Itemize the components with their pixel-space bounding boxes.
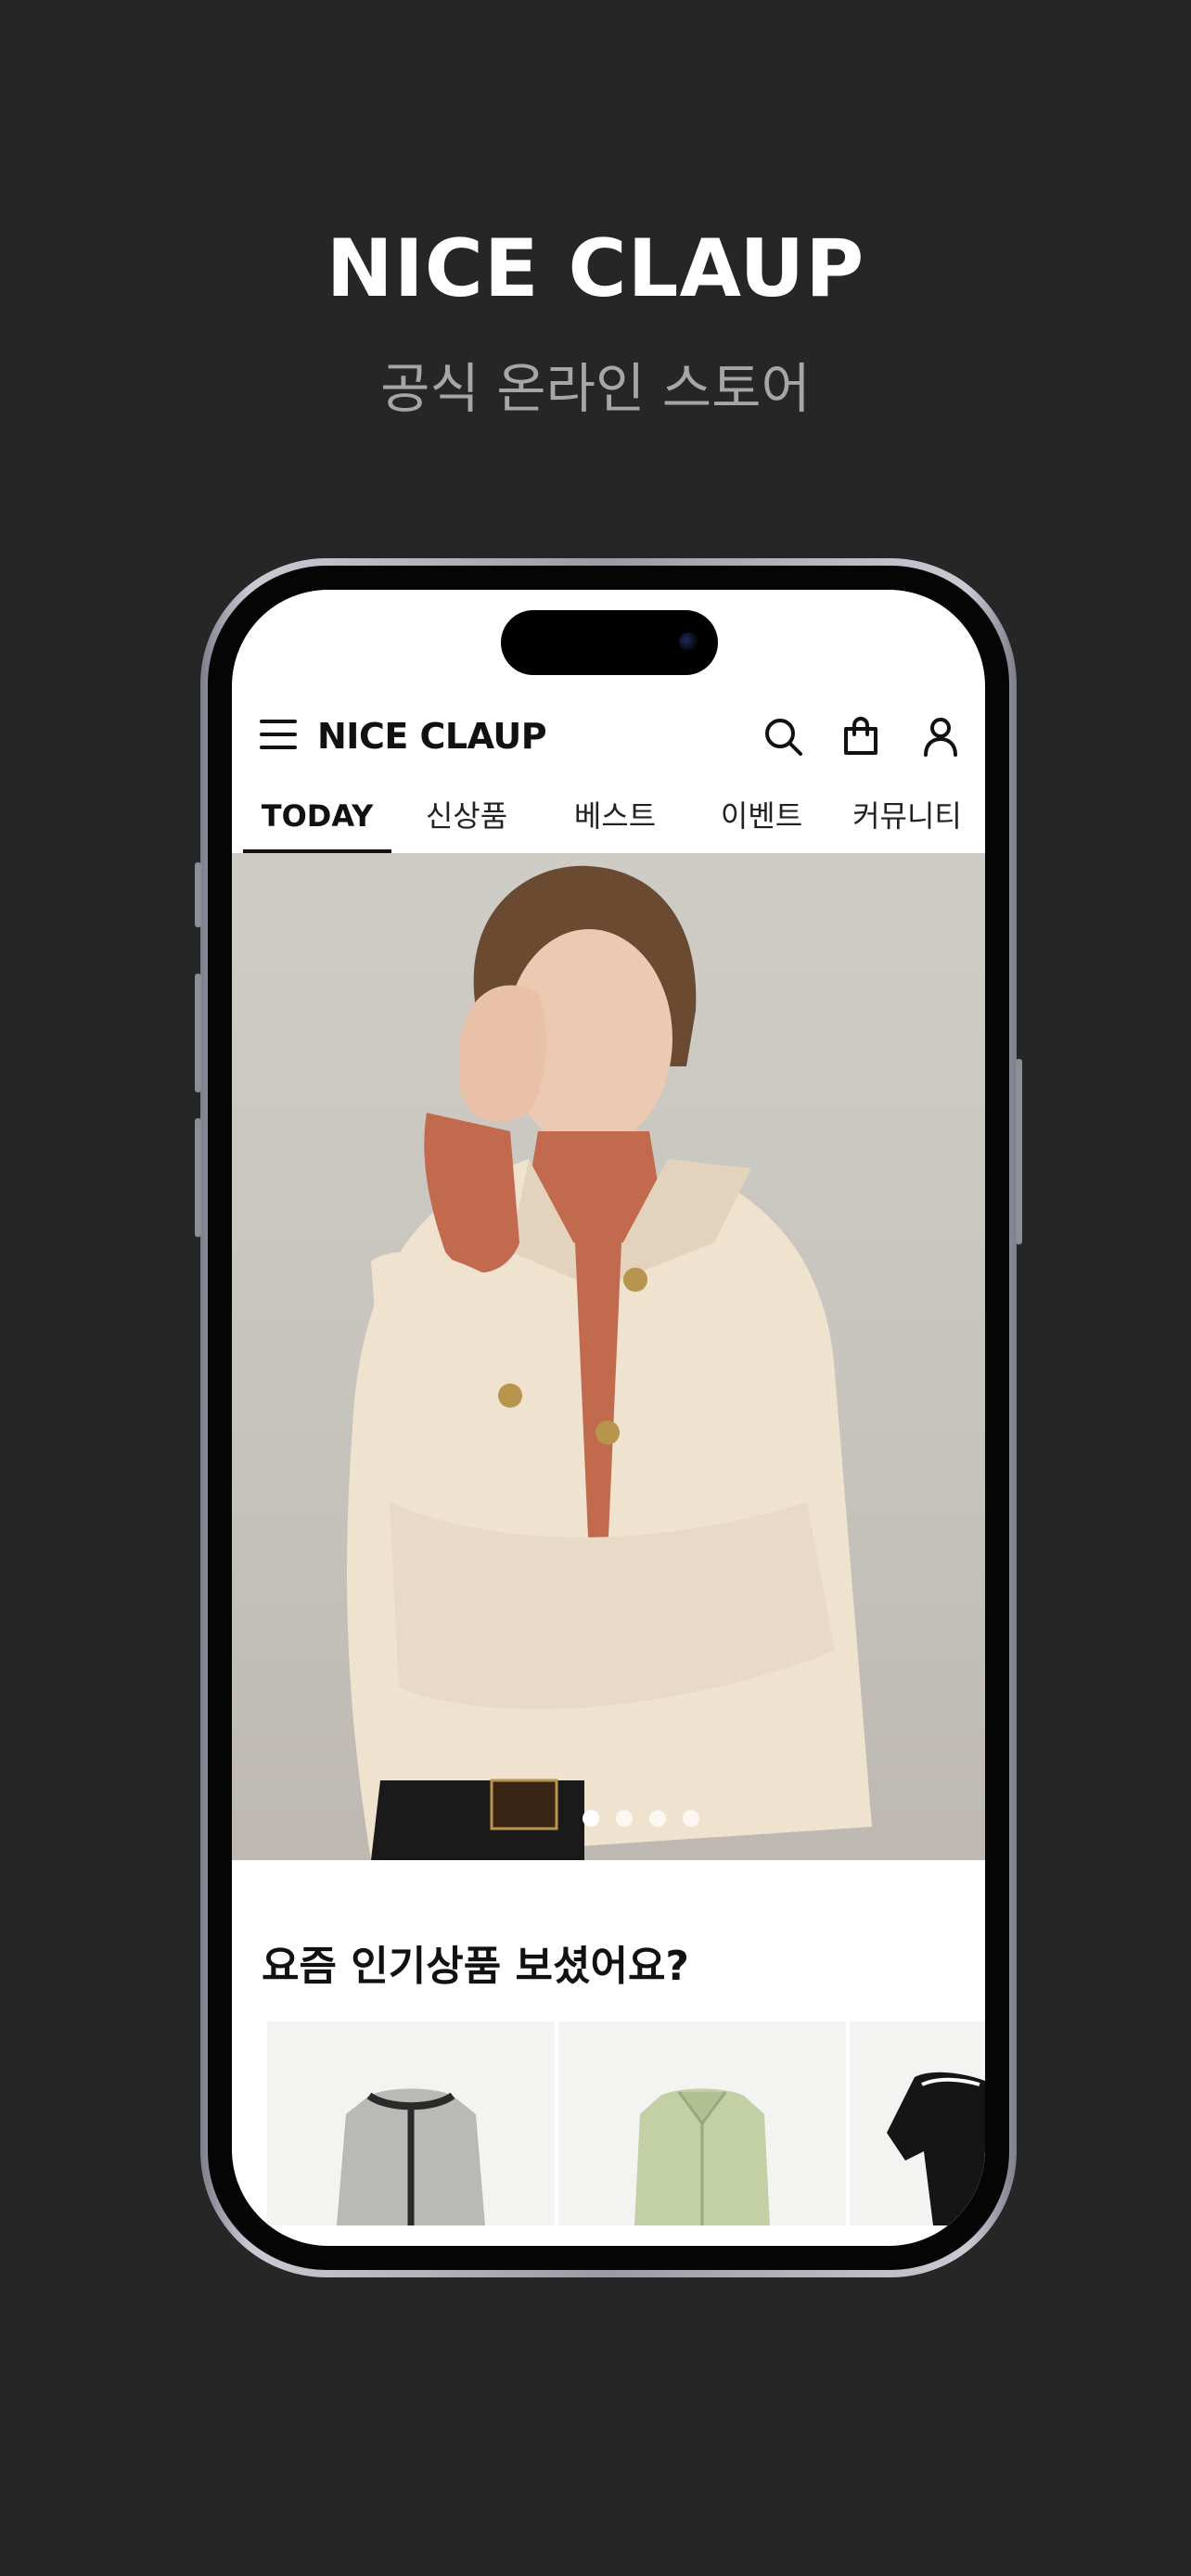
brand-logo[interactable]: NICE CLAUP (317, 716, 547, 757)
promo-subtitle: 공식 온라인 스토어 (380, 357, 811, 420)
carousel-dot[interactable] (649, 1810, 666, 1827)
tab-event[interactable]: 이벤트 (692, 786, 831, 853)
product-card[interactable] (850, 2021, 985, 2225)
product-card[interactable] (558, 2021, 846, 2225)
hero-banner[interactable] (232, 853, 985, 1860)
user-icon[interactable] (918, 714, 963, 759)
product-image (887, 2072, 985, 2225)
menu-icon[interactable] (260, 720, 297, 751)
search-icon[interactable] (761, 714, 805, 759)
phone-frame: NICE CLAUP TODAY 신상품 베스트 이벤트 커뮤니티 요즘 인기상… (195, 558, 1022, 2277)
tab-today[interactable]: TODAY (243, 786, 391, 853)
phone-power-button (1016, 1059, 1022, 1244)
tab-best[interactable]: 베스트 (545, 786, 685, 853)
front-camera (679, 632, 698, 651)
dynamic-island (501, 610, 718, 675)
phone-action-button (195, 862, 201, 927)
product-image (634, 2088, 770, 2225)
tab-community[interactable]: 커뮤니티 (833, 786, 981, 853)
phone-volume-down-button (195, 1118, 201, 1237)
product-image (337, 2088, 485, 2225)
carousel-indicator[interactable] (583, 1810, 699, 1827)
carousel-dot[interactable] (683, 1810, 699, 1827)
hero-model-photo (347, 865, 872, 1860)
category-tabs: TODAY 신상품 베스트 이벤트 커뮤니티 (232, 786, 985, 853)
promo-title: NICE CLAUP (326, 223, 865, 315)
tab-new-arrivals[interactable]: 신상품 (397, 786, 536, 853)
shopping-bag-icon[interactable] (839, 714, 883, 759)
app-header: NICE CLAUP (232, 699, 985, 773)
phone-screen: NICE CLAUP TODAY 신상품 베스트 이벤트 커뮤니티 요즘 인기상… (232, 590, 985, 2246)
product-card[interactable] (267, 2021, 555, 2225)
carousel-dot[interactable] (583, 1810, 599, 1827)
section-title-popular: 요즘 인기상품 보셨어요? (262, 1943, 689, 1990)
phone-volume-up-button (195, 974, 201, 1092)
carousel-dot[interactable] (616, 1810, 633, 1827)
